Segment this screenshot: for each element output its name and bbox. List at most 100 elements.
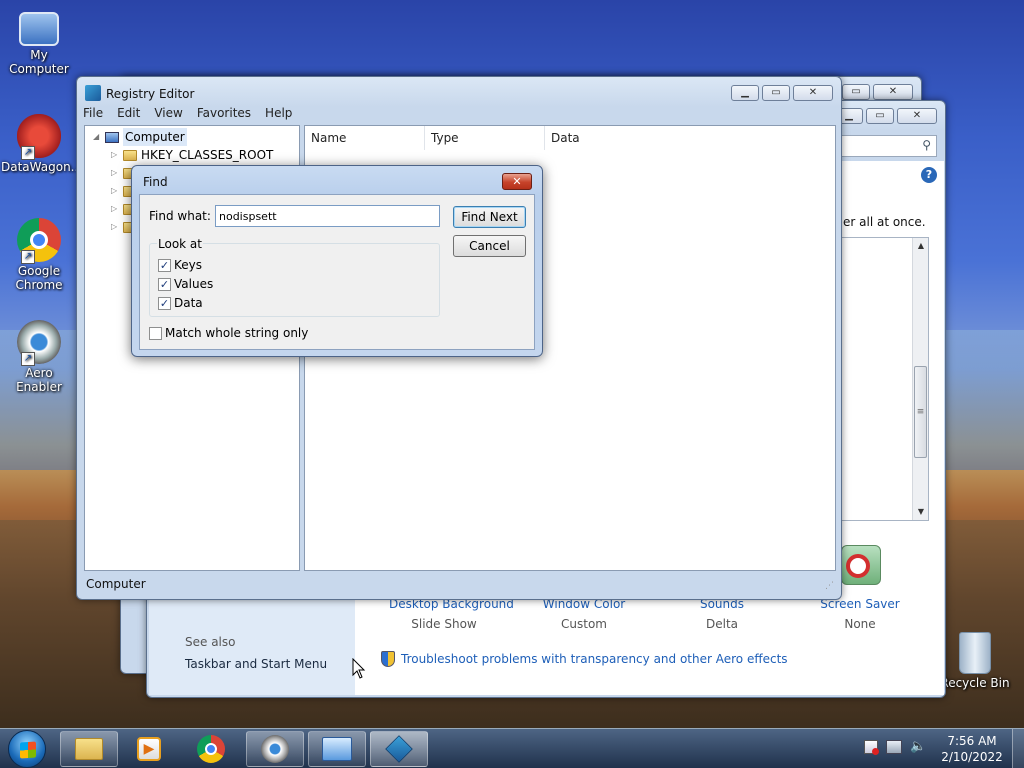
find-next-button[interactable]: Find Next: [453, 206, 526, 228]
match-whole-string-checkbox[interactable]: [149, 326, 162, 340]
close-button[interactable]: ✕: [897, 108, 937, 124]
themes-list[interactable]: ▲ ≡ ▼: [839, 237, 929, 521]
menu-bar: File Edit View Favorites Help: [83, 106, 292, 120]
theme-window-color[interactable]: Window Color Custom: [529, 597, 639, 631]
aero-enabler-icon: ↗: [17, 320, 61, 366]
column-header-data[interactable]: Data: [545, 126, 835, 150]
expand-arrow-icon[interactable]: ▷: [111, 218, 119, 236]
desktop-icon-google-chrome[interactable]: ↗ Google Chrome: [1, 218, 77, 292]
expand-arrow-icon[interactable]: ▷: [111, 164, 119, 182]
desktop-icon-my-computer[interactable]: My Computer: [1, 10, 77, 76]
aero-enabler-icon: [261, 735, 289, 763]
start-button[interactable]: [8, 730, 46, 768]
shield-icon: [381, 651, 395, 667]
match-whole-string-row[interactable]: Match whole string only: [149, 326, 308, 340]
screen-saver-icon[interactable]: [841, 545, 881, 585]
help-icon[interactable]: ?: [921, 167, 937, 183]
window-title: Registry Editor: [106, 87, 195, 101]
menu-view[interactable]: View: [154, 106, 182, 120]
themes-scrollbar[interactable]: ▲ ≡ ▼: [912, 238, 928, 520]
minimize-button[interactable]: ▁: [731, 85, 759, 101]
show-desktop-button[interactable]: [1012, 729, 1024, 768]
find-what-label: Find what:: [149, 209, 211, 223]
close-button[interactable]: ✕: [873, 84, 913, 100]
desktop-icon-recycle-bin[interactable]: Recycle Bin: [937, 632, 1013, 690]
search-box[interactable]: ⚲: [841, 135, 937, 157]
expand-arrow-icon[interactable]: ▷: [111, 146, 119, 164]
cancel-button[interactable]: Cancel: [453, 235, 526, 257]
expand-arrow-icon[interactable]: ▷: [111, 182, 119, 200]
action-center-flag-icon[interactable]: [864, 739, 879, 755]
clock[interactable]: 7:56 AM 2/10/2022: [940, 733, 1004, 765]
data-label: Data: [174, 296, 203, 310]
desktop-icon-aero-enabler[interactable]: ↗ Aero Enabler: [1, 320, 77, 394]
taskbar-media-player-button[interactable]: ▶: [120, 731, 178, 767]
taskbar-registry-editor-button[interactable]: [370, 731, 428, 767]
keys-checkbox[interactable]: ✓: [158, 258, 171, 272]
scroll-thumb[interactable]: ≡: [914, 366, 927, 458]
shortcut-arrow-icon: ↗: [21, 352, 35, 366]
theme-value: Custom: [561, 617, 607, 631]
taskbar: ▶ 🔈 7:56 AM 2/10/2022: [0, 728, 1024, 768]
taskbar-start-menu-link[interactable]: Taskbar and Start Menu: [185, 657, 327, 671]
data-checkbox[interactable]: ✓: [158, 296, 171, 310]
column-header-name[interactable]: Name: [305, 126, 425, 150]
values-checkbox[interactable]: ✓: [158, 277, 171, 291]
shortcut-arrow-icon: ↗: [21, 146, 35, 160]
tree-root-computer[interactable]: ◢ Computer: [93, 128, 187, 146]
desktop-icon-label: Aero Enabler: [16, 366, 62, 394]
taskbar-chrome-button[interactable]: [182, 731, 240, 767]
data-checkbox-row[interactable]: ✓ Data: [158, 296, 203, 310]
regedit-app-icon: [85, 85, 101, 101]
maximize-button[interactable]: ▭: [866, 108, 894, 124]
dialog-close-button[interactable]: ✕: [502, 173, 532, 190]
no-symbol-icon: [846, 554, 870, 578]
menu-edit[interactable]: Edit: [117, 106, 140, 120]
resize-grip-icon[interactable]: ⋰: [825, 577, 834, 595]
dialog-title: Find: [143, 175, 168, 189]
find-dialog[interactable]: Find ✕ Find what: Find Next Cancel Look …: [131, 165, 543, 357]
match-whole-string-label: Match whole string only: [165, 326, 309, 340]
scroll-up-arrow-icon[interactable]: ▲: [913, 238, 929, 254]
theme-value: Slide Show: [411, 617, 477, 631]
taskbar-personalization-button[interactable]: [308, 731, 366, 767]
menu-help[interactable]: Help: [265, 106, 292, 120]
folder-icon: [123, 149, 137, 161]
theme-sounds[interactable]: Sounds Delta: [667, 597, 777, 631]
column-header-type[interactable]: Type: [425, 126, 545, 150]
shortcut-arrow-icon: ↗: [21, 250, 35, 264]
recycle-bin-icon: [959, 632, 991, 674]
theme-value: Delta: [705, 617, 738, 631]
network-icon[interactable]: [886, 739, 902, 754]
troubleshoot-row[interactable]: Troubleshoot problems with transparency …: [381, 651, 788, 667]
maximize-button[interactable]: ▭: [842, 84, 870, 100]
tree-item-hkey-classes-root[interactable]: ▷ HKEY_CLASSES_ROOT: [111, 146, 273, 164]
expand-arrow-icon[interactable]: ▷: [111, 200, 119, 218]
maximize-button[interactable]: ▭: [762, 85, 790, 101]
close-button[interactable]: ✕: [793, 85, 833, 101]
theme-desktop-background[interactable]: Desktop Background Slide Show: [389, 597, 514, 631]
look-at-label: Look at: [157, 237, 203, 251]
desktop-icon-datawagon[interactable]: ↗ DataWagon...: [1, 114, 83, 174]
theme-description: er all at once.: [843, 215, 926, 229]
dialog-body: Find what: Find Next Cancel Look at ✓ Ke…: [139, 194, 535, 350]
regedit-icon: [385, 735, 413, 763]
menu-favorites[interactable]: Favorites: [197, 106, 251, 120]
values-checkbox-row[interactable]: ✓ Values: [158, 277, 213, 291]
theme-screen-saver[interactable]: Screen Saver None: [805, 597, 915, 631]
scroll-down-arrow-icon[interactable]: ▼: [913, 504, 929, 520]
desktop-icon-label: DataWagon...: [1, 160, 83, 174]
taskbar-aero-enabler-button[interactable]: [246, 731, 304, 767]
tree-root-label: Computer: [123, 128, 187, 146]
volume-icon[interactable]: 🔈: [910, 739, 926, 754]
system-tray: 🔈: [864, 739, 926, 755]
mouse-cursor-icon: [352, 658, 366, 679]
chrome-icon: ↗: [17, 218, 61, 264]
expand-arrow-icon[interactable]: ◢: [93, 128, 101, 146]
menu-file[interactable]: File: [83, 106, 103, 120]
find-what-input[interactable]: [215, 205, 440, 227]
desktop-icon-label: My Computer: [9, 48, 69, 76]
taskbar-explorer-button[interactable]: [60, 731, 118, 767]
keys-checkbox-row[interactable]: ✓ Keys: [158, 258, 202, 272]
theme-value: None: [844, 617, 876, 631]
